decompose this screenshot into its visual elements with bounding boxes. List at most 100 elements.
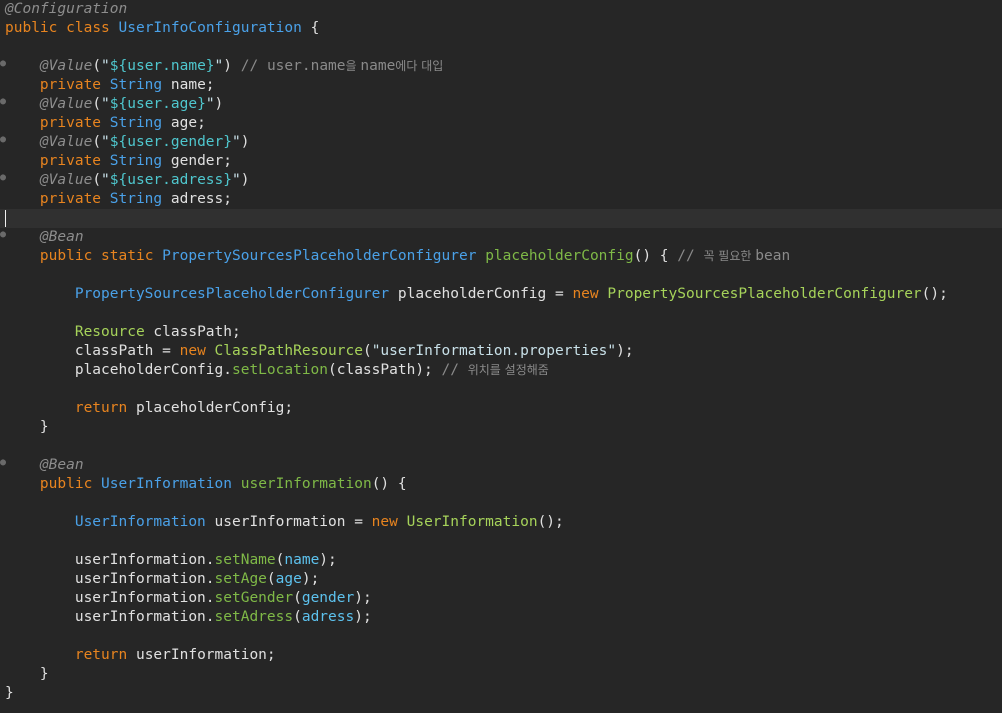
code-token: " <box>214 58 224 74</box>
code-token: ( <box>293 590 302 606</box>
code-line[interactable]: UserInformation userInformation = new Us… <box>0 513 1002 532</box>
code-text: public static PropertySourcesPlaceholder… <box>5 247 790 266</box>
code-line[interactable]: PropertySourcesPlaceholderConfigurer pla… <box>0 285 1002 304</box>
code-text: PropertySourcesPlaceholderConfigurer pla… <box>5 285 948 304</box>
code-token: " <box>101 58 110 74</box>
code-line[interactable]: ● @Value("${user.name}") // user.name을 n… <box>0 57 1002 76</box>
code-editor[interactable]: @Configuration public class UserInfoConfi… <box>0 0 1002 713</box>
code-token: Resource <box>74 324 145 340</box>
code-line[interactable]: ● @Value("${user.adress}") <box>0 171 1002 190</box>
code-text: private String name; <box>5 76 215 95</box>
code-line[interactable]: placeholderConfig.setLocation(classPath)… <box>0 361 1002 380</box>
code-line[interactable]: public static PropertySourcesPlaceholder… <box>0 247 1002 266</box>
code-line[interactable]: private String age; <box>0 114 1002 133</box>
code-line[interactable]: } <box>0 684 1002 703</box>
code-line[interactable]: ● @Value("${user.gender}") <box>0 133 1002 152</box>
code-token: ); <box>354 590 372 606</box>
code-line[interactable]: ● @Bean <box>0 456 1002 475</box>
code-line[interactable]: private String adress; <box>0 190 1002 209</box>
code-line[interactable]: } <box>0 418 1002 437</box>
code-line[interactable] <box>0 266 1002 285</box>
code-token: ${user.gender} <box>109 134 232 150</box>
code-line[interactable]: ● @Bean <box>0 228 1002 247</box>
code-line[interactable]: public class UserInfoConfiguration { <box>0 19 1002 38</box>
code-text: public class UserInfoConfiguration { <box>5 19 319 38</box>
code-token: ( <box>293 609 302 625</box>
code-line[interactable]: @Configuration <box>0 0 1002 19</box>
code-token: age <box>275 571 302 587</box>
code-token: ( <box>92 134 102 150</box>
code-token: gender; <box>162 153 232 169</box>
code-line[interactable]: } <box>0 665 1002 684</box>
code-line[interactable]: userInformation.setGender(gender); <box>0 589 1002 608</box>
code-line[interactable]: userInformation.setAge(age); <box>0 570 1002 589</box>
code-line[interactable]: userInformation.setName(name); <box>0 551 1002 570</box>
code-token: (); <box>921 286 948 302</box>
code-token: classPath; <box>144 324 241 340</box>
code-token: UserInformation <box>406 514 538 530</box>
code-line[interactable]: public UserInformation userInformation()… <box>0 475 1002 494</box>
code-token: ) <box>214 96 224 112</box>
code-text: userInformation.setAdress(adress); <box>5 608 372 627</box>
code-token: 꼭 필요한 <box>703 249 756 263</box>
code-token: placeholderConfig = <box>389 286 573 302</box>
code-line[interactable] <box>0 627 1002 646</box>
code-line[interactable]: private String name; <box>0 76 1002 95</box>
code-line[interactable]: Resource classPath; <box>0 323 1002 342</box>
code-token: class <box>66 20 110 36</box>
code-token: ( <box>92 58 102 74</box>
code-token: String <box>109 153 163 169</box>
code-line[interactable] <box>0 209 1002 228</box>
code-token: userInformation. <box>74 552 215 568</box>
code-token: return <box>74 400 128 416</box>
code-token: name <box>360 58 396 74</box>
code-line[interactable]: ● @Value("${user.age}") <box>0 95 1002 114</box>
code-token: " <box>101 96 110 112</box>
code-text: @Bean <box>5 228 84 247</box>
code-text: @Value("${user.adress}") <box>5 171 250 190</box>
code-line[interactable]: return placeholderConfig; <box>0 399 1002 418</box>
code-token: setAge <box>214 571 267 587</box>
code-line[interactable]: return userInformation; <box>0 646 1002 665</box>
code-token: placeholderConfig <box>485 248 634 264</box>
code-line[interactable] <box>0 494 1002 513</box>
code-token: ${user.adress} <box>109 172 232 188</box>
code-token: " <box>101 172 110 188</box>
code-line[interactable] <box>0 380 1002 399</box>
code-text: classPath = new ClassPathResource("userI… <box>5 342 634 361</box>
code-text: userInformation.setName(name); <box>5 551 337 570</box>
code-token: setGender <box>214 590 294 606</box>
code-line[interactable] <box>0 304 1002 323</box>
code-line[interactable]: classPath = new ClassPathResource("userI… <box>0 342 1002 361</box>
code-line[interactable] <box>0 437 1002 456</box>
code-line[interactable] <box>0 38 1002 57</box>
code-token: // user.name <box>240 58 346 74</box>
code-token: } <box>5 666 49 682</box>
code-text: @Bean <box>5 456 84 475</box>
code-token: @Value <box>39 134 93 150</box>
code-token: private <box>39 153 102 169</box>
code-token: 위치를 설정해줌 <box>467 363 549 377</box>
code-token: age; <box>162 115 206 131</box>
code-line[interactable]: private String gender; <box>0 152 1002 171</box>
code-line[interactable] <box>0 532 1002 551</box>
code-token: private <box>39 191 102 207</box>
code-token: UserInfoConfiguration <box>118 20 302 36</box>
code-text: userInformation.setGender(gender); <box>5 589 372 608</box>
code-token: new <box>371 514 398 530</box>
code-token: " <box>205 96 215 112</box>
code-token: return <box>74 647 128 663</box>
code-token: @Value <box>39 96 93 112</box>
code-line[interactable]: userInformation.setAdress(adress); <box>0 608 1002 627</box>
